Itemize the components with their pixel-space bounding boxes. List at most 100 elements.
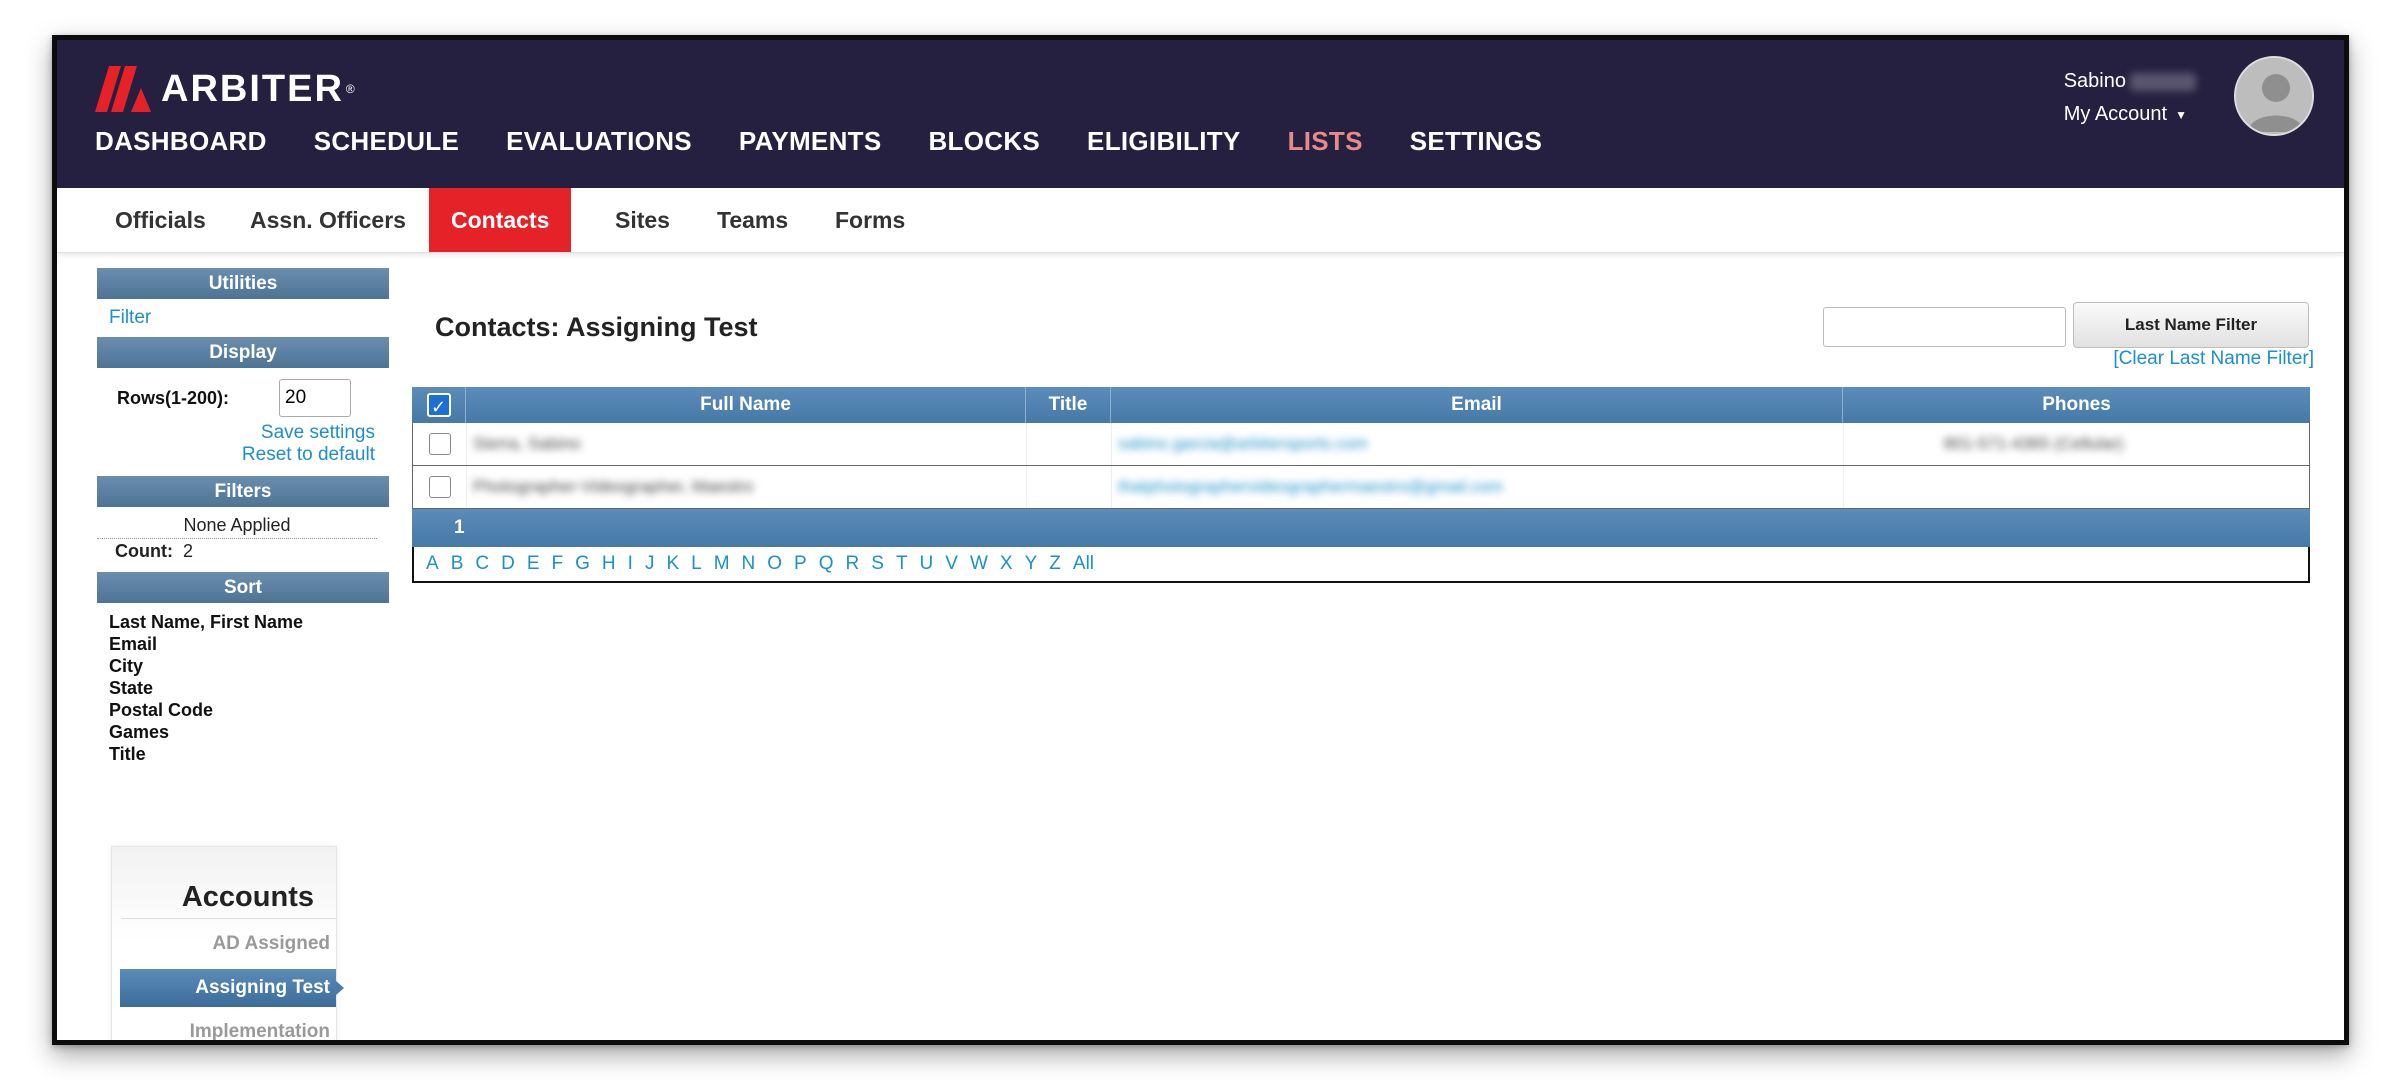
nav-dashboard[interactable]: DASHBOARD	[95, 126, 267, 157]
avatar[interactable]	[2234, 56, 2314, 136]
column-title[interactable]: Title	[1026, 387, 1111, 423]
column-email[interactable]: Email	[1111, 387, 1843, 423]
nav-evaluations[interactable]: EVALUATIONS	[506, 126, 692, 157]
nav-payments[interactable]: PAYMENTS	[739, 126, 882, 157]
utilities-section: Filter	[97, 299, 389, 337]
alpha-n[interactable]: N	[742, 553, 756, 575]
full-name-value[interactable]: Sierra, Sabino	[473, 434, 581, 454]
count-row: Count: 2	[97, 541, 389, 562]
alpha-r[interactable]: R	[846, 553, 860, 575]
user-silhouette-icon	[2248, 74, 2304, 132]
tab-officials[interactable]: Officials	[93, 188, 228, 252]
rows-input[interactable]	[279, 379, 351, 417]
column-full-name[interactable]: Full Name	[466, 387, 1026, 423]
alpha-h[interactable]: H	[602, 553, 616, 575]
utilities-header: Utilities	[97, 268, 389, 299]
display-header: Display	[97, 337, 389, 368]
my-account-dropdown[interactable]: My Account ▼	[2064, 103, 2196, 126]
table-row: Sierra, Sabino sabino.garcia@arbiterspor…	[412, 423, 2310, 466]
user-first-name: Sabino	[2063, 70, 2126, 92]
filter-link[interactable]: Filter	[109, 307, 151, 328]
main-nav: DASHBOARD SCHEDULE EVALUATIONS PAYMENTS …	[95, 126, 1589, 157]
email-link[interactable]: sabino.garcia@arbitersports.com	[1118, 434, 1368, 454]
contacts-table: ✓ Full Name Title Email Phones Sierra, S…	[412, 387, 2310, 583]
tab-sites[interactable]: Sites	[593, 188, 692, 252]
my-account-label: My Account	[2063, 103, 2168, 125]
cell-title	[1027, 423, 1112, 465]
alpha-q[interactable]: Q	[819, 553, 834, 575]
alpha-d[interactable]: D	[501, 553, 515, 575]
alpha-x[interactable]: X	[1000, 553, 1013, 575]
alpha-w[interactable]: W	[970, 553, 988, 575]
filters-none-applied: None Applied	[97, 515, 377, 539]
tab-assn-officers[interactable]: Assn. Officers	[228, 188, 428, 252]
account-assigning-test[interactable]: Assigning Test	[120, 969, 344, 1007]
sort-email[interactable]: Email	[109, 633, 389, 655]
nav-lists[interactable]: LISTS	[1288, 126, 1363, 157]
alpha-s[interactable]: S	[871, 553, 884, 575]
last-name-filter-input[interactable]	[1823, 307, 2066, 347]
row-checkbox-cell	[413, 466, 467, 508]
cell-full-name: Photographer-Videographer, Maestro	[467, 466, 1027, 508]
account-implementation[interactable]: Implementation	[112, 1013, 336, 1040]
sort-games[interactable]: Games	[109, 721, 389, 743]
accounts-panel: Accounts AD Assigned Assigning Test Impl…	[111, 846, 344, 1040]
table-header: ✓ Full Name Title Email Phones	[412, 387, 2310, 423]
select-all-checkbox[interactable]: ✓	[426, 393, 451, 417]
reset-default-link[interactable]: Reset to default	[97, 444, 375, 466]
nav-settings[interactable]: SETTINGS	[1410, 126, 1542, 157]
alpha-l[interactable]: L	[691, 553, 702, 575]
email-link[interactable]: thatphotographervideographermaestro@gmai…	[1118, 477, 1503, 497]
pagination-bar: 1	[412, 509, 2310, 547]
sort-title[interactable]: Title	[109, 743, 389, 765]
column-phones[interactable]: Phones	[1843, 387, 2310, 423]
sort-state[interactable]: State	[109, 677, 389, 699]
alpha-m[interactable]: M	[714, 553, 730, 575]
alpha-i[interactable]: I	[628, 553, 633, 575]
arbiter-logo[interactable]: ARBITER ®	[95, 64, 355, 114]
sort-last-first-name[interactable]: Last Name, First Name	[109, 611, 389, 633]
rows-label: Rows(1-200):	[117, 387, 230, 408]
clear-last-name-filter-link[interactable]: [Clear Last Name Filter]	[2113, 348, 2314, 370]
rows-setting: Rows(1-200):	[97, 368, 389, 428]
tab-teams[interactable]: Teams	[695, 188, 810, 252]
alpha-g[interactable]: G	[575, 553, 590, 575]
row-checkbox[interactable]	[428, 433, 451, 455]
sort-postal-code[interactable]: Postal Code	[109, 699, 389, 721]
alpha-z[interactable]: Z	[1049, 553, 1061, 575]
nav-blocks[interactable]: BLOCKS	[928, 126, 1040, 157]
alpha-f[interactable]: F	[552, 553, 564, 575]
arbiter-logo-mark-icon	[95, 66, 151, 112]
alpha-b[interactable]: B	[451, 553, 464, 575]
last-name-filter-button[interactable]: Last Name Filter	[2073, 302, 2309, 348]
nav-schedule[interactable]: SCHEDULE	[314, 126, 459, 157]
tab-forms[interactable]: Forms	[813, 188, 927, 252]
full-name-value[interactable]: Photographer-Videographer, Maestro	[473, 477, 753, 497]
alpha-j[interactable]: J	[645, 553, 655, 575]
user-last-name-redacted	[2130, 72, 2196, 91]
count-label: Count:	[115, 541, 173, 561]
page-number-current[interactable]: 1	[454, 517, 465, 539]
tab-contacts[interactable]: Contacts	[429, 188, 572, 252]
alpha-o[interactable]: O	[767, 553, 782, 575]
alpha-k[interactable]: K	[666, 553, 679, 575]
app-window: ARBITER ® DASHBOARD SCHEDULE EVALUATIONS…	[52, 35, 2349, 1045]
alpha-y[interactable]: Y	[1025, 553, 1038, 575]
cell-email: sabino.garcia@arbitersports.com	[1112, 423, 1844, 465]
nav-eligibility[interactable]: ELIGIBILITY	[1087, 126, 1241, 157]
account-ad-assigned[interactable]: AD Assigned	[112, 925, 336, 963]
alpha-e[interactable]: E	[527, 553, 540, 575]
cell-email: thatphotographervideographermaestro@gmai…	[1112, 466, 1844, 508]
row-checkbox[interactable]	[428, 476, 451, 498]
alpha-a[interactable]: A	[426, 553, 439, 575]
alpha-all[interactable]: All	[1073, 553, 1094, 575]
sort-city[interactable]: City	[109, 655, 389, 677]
alpha-u[interactable]: U	[920, 553, 934, 575]
sub-nav: Officials Assn. Officers Contacts Sites …	[57, 188, 2344, 253]
alpha-p[interactable]: P	[794, 553, 807, 575]
alpha-v[interactable]: V	[945, 553, 958, 575]
alpha-t[interactable]: T	[896, 553, 908, 575]
count-value: 2	[182, 541, 193, 561]
save-settings-link[interactable]: Save settings	[97, 422, 375, 444]
alpha-c[interactable]: C	[475, 553, 489, 575]
